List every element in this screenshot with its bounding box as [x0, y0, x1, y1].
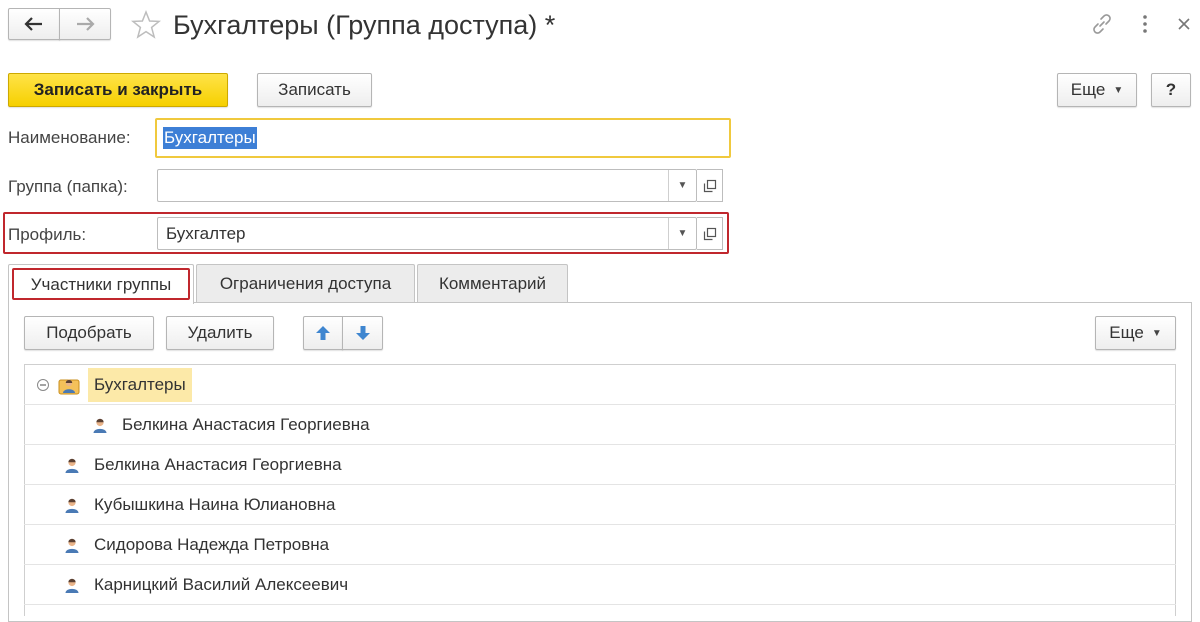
- page-title: Бухгалтеры (Группа доступа) *: [173, 10, 556, 40]
- group-name: Бухгалтеры: [88, 367, 192, 402]
- move-up-button[interactable]: [303, 316, 343, 350]
- profile-field[interactable]: Бухгалтер ▼: [157, 217, 697, 250]
- chevron-down-icon: ▼: [1151, 327, 1162, 339]
- tab-access-restrictions[interactable]: Ограничения доступа: [196, 264, 415, 302]
- link-icon[interactable]: [1089, 11, 1115, 37]
- help-button[interactable]: ?: [1151, 73, 1191, 107]
- arrow-right-icon: [77, 17, 95, 31]
- more-menu-button[interactable]: Еще ▼: [1057, 73, 1137, 107]
- kebab-menu-icon[interactable]: [1138, 12, 1152, 36]
- member-name: Белкина Анастасия Георгиевна: [122, 414, 370, 434]
- forward-button[interactable]: [59, 8, 111, 40]
- member-name: Карницкий Василий Алексеевич: [94, 574, 349, 594]
- user-icon: [93, 418, 107, 433]
- profile-field-value: Бухгалтер: [166, 223, 246, 243]
- save-button[interactable]: Записать: [257, 73, 372, 107]
- open-window-icon: [703, 227, 716, 240]
- chevron-down-icon: ▼: [1113, 84, 1124, 96]
- close-icon[interactable]: [1174, 14, 1194, 34]
- list-item[interactable]: Кубышкина Наина Юлиановна: [24, 485, 1176, 525]
- arrow-left-icon: [24, 17, 42, 31]
- arrow-up-icon: [316, 326, 330, 340]
- profile-open-button[interactable]: [697, 217, 723, 250]
- members-more-button[interactable]: Еще ▼: [1095, 316, 1176, 350]
- tab-comment-label: Комментарий: [438, 273, 547, 293]
- list-item[interactable]: Белкина Анастасия Георгиевна: [24, 445, 1176, 485]
- more-menu-label: Еще: [1070, 80, 1106, 99]
- list-item[interactable]: Карницкий Василий Алексеевич: [24, 565, 1176, 605]
- pick-button[interactable]: Подобрать: [24, 316, 154, 350]
- move-down-button[interactable]: [342, 316, 383, 350]
- group-open-button[interactable]: [697, 169, 723, 202]
- delete-button[interactable]: Удалить: [166, 316, 274, 350]
- group-dropdown-button[interactable]: ▼: [668, 170, 696, 201]
- user-icon: [65, 498, 79, 513]
- member-name: Сидорова Надежда Петровна: [94, 534, 330, 554]
- name-field-value: Бухгалтеры: [163, 127, 257, 149]
- member-name: Белкина Анастасия Георгиевна: [94, 454, 342, 474]
- collapse-icon[interactable]: [36, 378, 50, 392]
- user-icon: [65, 538, 79, 553]
- save-and-close-button[interactable]: Записать и закрыть: [8, 73, 228, 107]
- arrow-down-icon: [355, 326, 370, 340]
- tab-comment[interactable]: Комментарий: [417, 264, 568, 302]
- list-item[interactable]: Сидорова Надежда Петровна: [24, 525, 1176, 565]
- profile-label: Профиль:: [8, 225, 87, 244]
- members-more-label: Еще: [1109, 323, 1144, 342]
- user-icon: [65, 578, 79, 593]
- tab-access-restrictions-label: Ограничения доступа: [219, 273, 392, 293]
- user-group-icon: [58, 379, 80, 394]
- list-item-group[interactable]: Бухгалтеры: [24, 365, 1176, 405]
- star-icon[interactable]: [130, 9, 162, 41]
- name-label: Наименование:: [8, 128, 131, 147]
- user-icon: [65, 458, 79, 473]
- profile-dropdown-button[interactable]: ▼: [668, 218, 696, 249]
- group-label: Группа (папка):: [8, 177, 128, 196]
- chevron-down-icon: ▼: [677, 228, 688, 239]
- open-window-icon: [703, 179, 716, 192]
- back-button[interactable]: [8, 8, 60, 40]
- name-field[interactable]: Бухгалтеры: [155, 118, 731, 158]
- tab-highlight-frame: [12, 268, 190, 300]
- chevron-down-icon: ▼: [677, 180, 688, 191]
- group-field[interactable]: ▼: [157, 169, 697, 202]
- member-name: Кубышкина Наина Юлиановна: [94, 494, 336, 514]
- list-item[interactable]: Белкина Анастасия Георгиевна: [24, 405, 1176, 445]
